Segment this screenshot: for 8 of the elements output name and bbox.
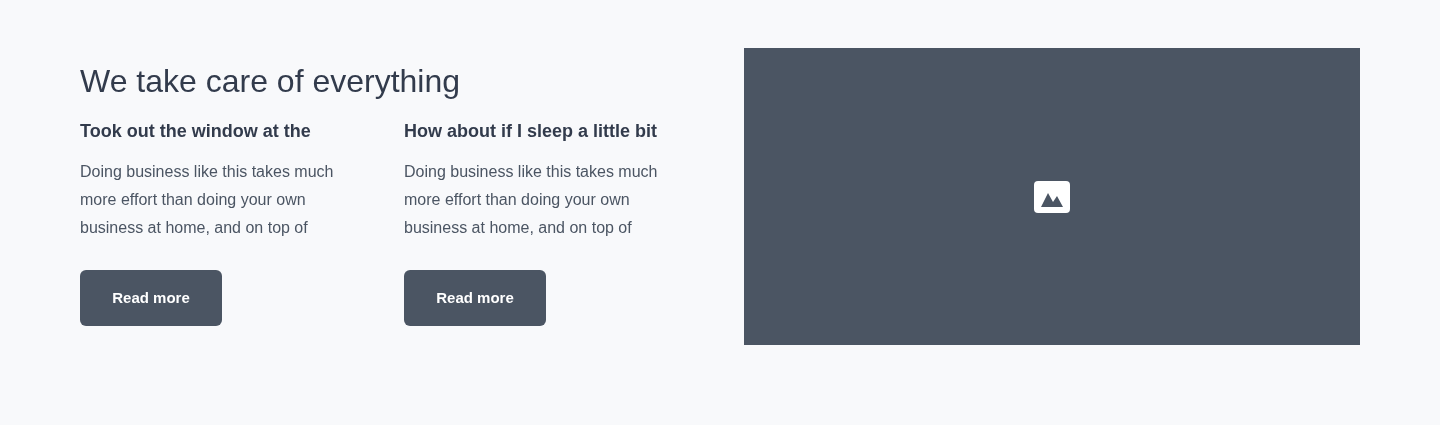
feature-title: Took out the window at the xyxy=(80,120,311,144)
image-icon xyxy=(1033,179,1071,214)
read-more-button[interactable]: Read more xyxy=(80,269,222,326)
read-more-button[interactable]: Read more xyxy=(404,269,546,326)
feature-text: Doing business like this takes much more effort than doing your own business at home, and on top of xyxy=(404,161,659,238)
section-heading: We take care of everything xyxy=(80,62,462,101)
feature-text: Doing business like this takes much more effort than doing your own business at home, and on top of xyxy=(80,161,335,238)
feature-title: How about if I sleep a little bit xyxy=(404,120,658,144)
